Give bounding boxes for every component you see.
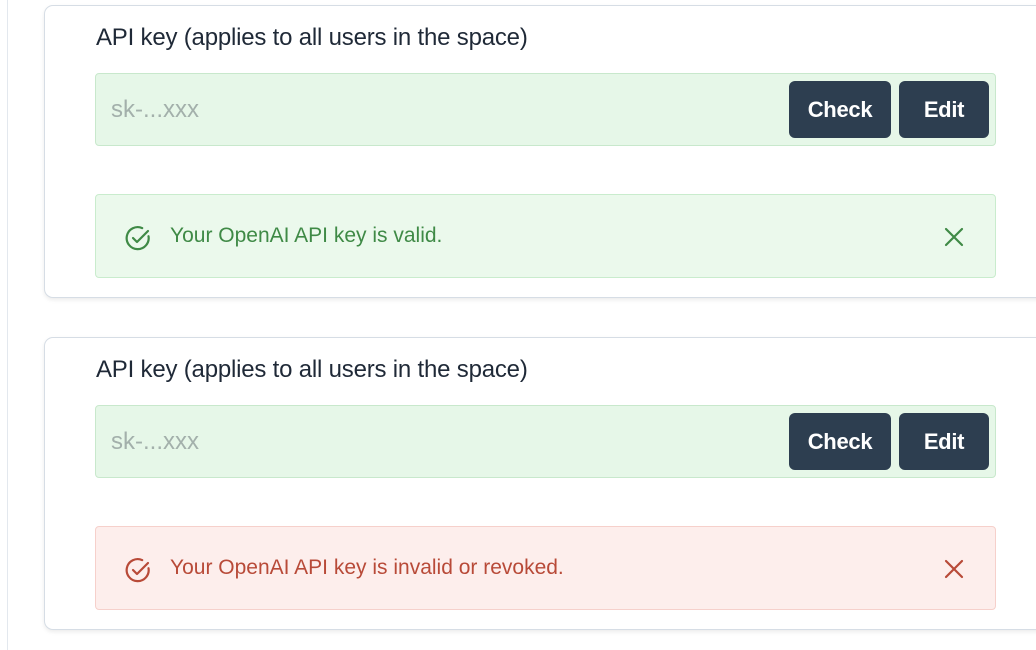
success-alert: Your OpenAI API key is valid. <box>95 194 996 278</box>
check-button[interactable]: Check <box>789 81 891 138</box>
check-circle-icon <box>125 226 150 251</box>
left-divider <box>7 0 8 650</box>
alert-message: Your OpenAI API key is valid. <box>170 224 443 247</box>
error-alert: Your OpenAI API key is invalid or revoke… <box>95 526 996 610</box>
edit-button[interactable]: Edit <box>899 81 989 138</box>
api-key-label: API key (applies to all users in the spa… <box>96 356 528 383</box>
api-key-field-row: Check Edit <box>95 73 996 146</box>
api-key-card-valid: API key (applies to all users in the spa… <box>44 5 1036 298</box>
check-circle-icon <box>125 558 150 583</box>
alert-message: Your OpenAI API key is invalid or revoke… <box>170 556 564 579</box>
close-icon[interactable] <box>940 223 968 251</box>
api-key-field-row: Check Edit <box>95 405 996 478</box>
edit-button[interactable]: Edit <box>899 413 989 470</box>
api-key-label: API key (applies to all users in the spa… <box>96 24 528 51</box>
api-key-card-invalid: API key (applies to all users in the spa… <box>44 337 1036 630</box>
api-key-input[interactable] <box>96 74 776 145</box>
close-icon[interactable] <box>940 555 968 583</box>
check-button[interactable]: Check <box>789 413 891 470</box>
api-key-input[interactable] <box>96 406 776 477</box>
